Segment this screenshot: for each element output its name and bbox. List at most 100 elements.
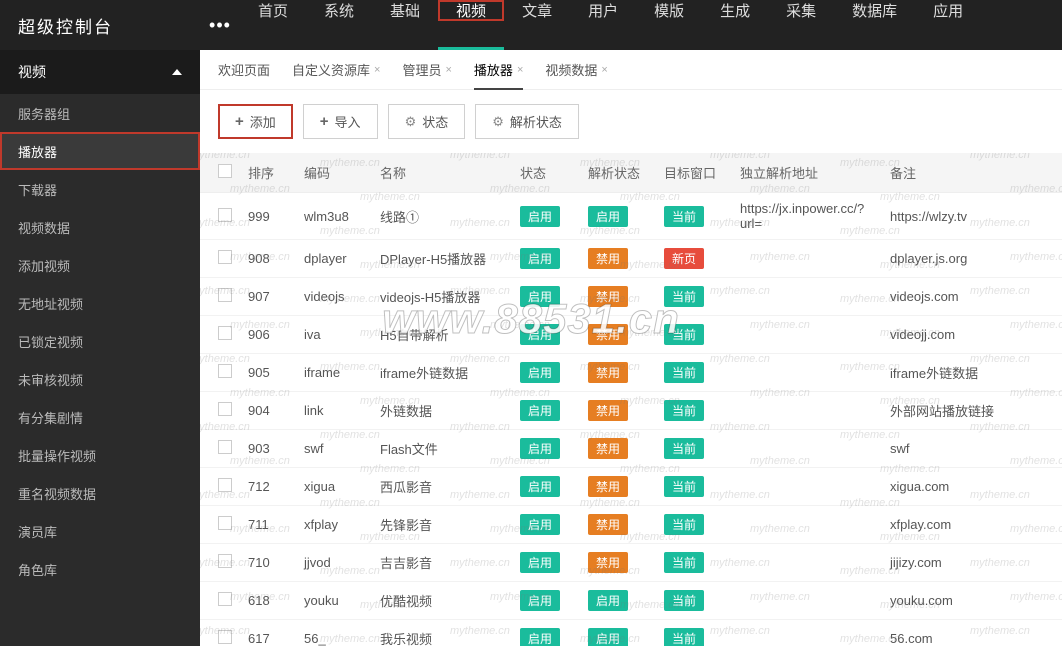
topnav-item[interactable]: 生成 bbox=[702, 0, 768, 21]
state-badge[interactable]: 启用 bbox=[520, 590, 560, 611]
content-tab[interactable]: 欢迎页面 bbox=[218, 50, 270, 89]
sidebar-item[interactable]: 重名视频数据 bbox=[0, 474, 200, 512]
row-checkbox[interactable] bbox=[218, 630, 232, 644]
row-checkbox[interactable] bbox=[218, 402, 232, 416]
table-row[interactable]: 907videojsvideojs-H5播放器启用禁用当前videojs.com bbox=[200, 278, 1062, 316]
sidebar-item[interactable]: 无地址视频 bbox=[0, 284, 200, 322]
sidebar-item[interactable]: 播放器 bbox=[0, 132, 200, 170]
row-checkbox[interactable] bbox=[218, 364, 232, 378]
target-badge[interactable]: 当前 bbox=[664, 324, 704, 345]
parse-badge[interactable]: 禁用 bbox=[588, 286, 628, 307]
topnav-item[interactable]: 数据库 bbox=[834, 0, 915, 21]
sidebar-item[interactable]: 服务器组 bbox=[0, 94, 200, 132]
target-badge[interactable]: 当前 bbox=[664, 206, 704, 227]
content-tab[interactable]: 管理员× bbox=[402, 50, 451, 89]
import-button[interactable]: 导入 bbox=[303, 104, 378, 139]
col-sort[interactable]: 排序 bbox=[240, 153, 296, 193]
close-icon[interactable]: × bbox=[374, 64, 380, 76]
target-badge[interactable]: 当前 bbox=[664, 438, 704, 459]
content-tab[interactable]: 播放器× bbox=[474, 50, 523, 89]
row-checkbox[interactable] bbox=[218, 516, 232, 530]
parse-badge[interactable]: 启用 bbox=[588, 206, 628, 227]
topnav-item[interactable]: 文章 bbox=[504, 0, 570, 21]
sidebar-head[interactable]: 视频 bbox=[0, 50, 200, 94]
row-checkbox[interactable] bbox=[218, 554, 232, 568]
row-checkbox[interactable] bbox=[218, 478, 232, 492]
col-url[interactable]: 独立解析地址 bbox=[732, 153, 882, 193]
target-badge[interactable]: 当前 bbox=[664, 400, 704, 421]
topnav-item[interactable]: 视频 bbox=[438, 0, 504, 21]
state-badge[interactable]: 启用 bbox=[520, 514, 560, 535]
sidebar-item[interactable]: 已锁定视频 bbox=[0, 322, 200, 360]
close-icon[interactable]: × bbox=[517, 64, 523, 76]
parse-badge[interactable]: 禁用 bbox=[588, 438, 628, 459]
row-checkbox[interactable] bbox=[218, 440, 232, 454]
table-row[interactable]: 712xigua西瓜影音启用禁用当前xigua.com bbox=[200, 468, 1062, 506]
state-badge[interactable]: 启用 bbox=[520, 206, 560, 227]
table-row[interactable]: 906ivaH5自带解析启用禁用当前videojj.com bbox=[200, 316, 1062, 354]
state-badge[interactable]: 启用 bbox=[520, 248, 560, 269]
content-tab[interactable]: 自定义资源库× bbox=[292, 50, 380, 89]
state-badge[interactable]: 启用 bbox=[520, 324, 560, 345]
topnav-item[interactable]: 基础 bbox=[372, 0, 438, 21]
parse-badge[interactable]: 禁用 bbox=[588, 324, 628, 345]
topnav-item[interactable]: 应用 bbox=[915, 0, 981, 21]
col-code[interactable]: 编码 bbox=[296, 153, 372, 193]
state-badge[interactable]: 启用 bbox=[520, 400, 560, 421]
topnav-item[interactable]: 首页 bbox=[240, 0, 306, 21]
add-button[interactable]: 添加 bbox=[218, 104, 293, 139]
col-state[interactable]: 状态 bbox=[512, 153, 580, 193]
sidebar-item[interactable]: 角色库 bbox=[0, 550, 200, 588]
target-badge[interactable]: 当前 bbox=[664, 628, 704, 646]
topnav-item[interactable]: 采集 bbox=[768, 0, 834, 21]
parse-badge[interactable]: 禁用 bbox=[588, 248, 628, 269]
topnav-item[interactable]: 用户 bbox=[570, 0, 636, 21]
target-badge[interactable]: 当前 bbox=[664, 286, 704, 307]
state-badge[interactable]: 启用 bbox=[520, 286, 560, 307]
table-row[interactable]: 710jjvod吉吉影音启用禁用当前jijizy.com bbox=[200, 544, 1062, 582]
parse-badge[interactable]: 禁用 bbox=[588, 552, 628, 573]
state-badge[interactable]: 启用 bbox=[520, 476, 560, 497]
close-icon[interactable]: × bbox=[445, 64, 451, 76]
table-row[interactable]: 908dplayerDPlayer-H5播放器启用禁用新页dplayer.js.… bbox=[200, 240, 1062, 278]
topnav-item[interactable]: 系统 bbox=[306, 0, 372, 21]
target-badge[interactable]: 当前 bbox=[664, 362, 704, 383]
table-row[interactable]: 905iframeiframe外链数据启用禁用当前iframe外链数据 bbox=[200, 354, 1062, 392]
col-name[interactable]: 名称 bbox=[372, 153, 512, 193]
row-checkbox[interactable] bbox=[218, 250, 232, 264]
table-row[interactable]: 61756_我乐视频启用启用当前56.com bbox=[200, 620, 1062, 646]
more-dots-icon[interactable]: ••• bbox=[200, 15, 240, 36]
parse-badge[interactable]: 禁用 bbox=[588, 476, 628, 497]
table-row[interactable]: 999wlm3u8线路①启用启用当前https://jx.inpower.cc/… bbox=[200, 193, 1062, 240]
col-parse[interactable]: 解析状态 bbox=[580, 153, 656, 193]
parse-state-button[interactable]: 解析状态 bbox=[475, 104, 579, 139]
sidebar-item[interactable]: 视频数据 bbox=[0, 208, 200, 246]
row-checkbox[interactable] bbox=[218, 288, 232, 302]
sidebar-item[interactable]: 添加视频 bbox=[0, 246, 200, 284]
sidebar-item[interactable]: 下载器 bbox=[0, 170, 200, 208]
parse-badge[interactable]: 启用 bbox=[588, 628, 628, 646]
target-badge[interactable]: 当前 bbox=[664, 590, 704, 611]
target-badge[interactable]: 当前 bbox=[664, 552, 704, 573]
sidebar-item[interactable]: 未审核视频 bbox=[0, 360, 200, 398]
col-note[interactable]: 备注 bbox=[882, 153, 1062, 193]
close-icon[interactable]: × bbox=[601, 64, 607, 76]
col-target[interactable]: 目标窗口 bbox=[656, 153, 732, 193]
parse-badge[interactable]: 禁用 bbox=[588, 362, 628, 383]
parse-badge[interactable]: 禁用 bbox=[588, 400, 628, 421]
table-row[interactable]: 904link外链数据启用禁用当前外部网站播放链接 bbox=[200, 392, 1062, 430]
table-row[interactable]: 618youku优酷视频启用启用当前youku.com bbox=[200, 582, 1062, 620]
content-tab[interactable]: 视频数据× bbox=[545, 50, 607, 89]
row-checkbox[interactable] bbox=[218, 208, 232, 222]
state-badge[interactable]: 启用 bbox=[520, 552, 560, 573]
parse-badge[interactable]: 禁用 bbox=[588, 514, 628, 535]
checkbox-all[interactable] bbox=[218, 164, 232, 178]
target-badge[interactable]: 当前 bbox=[664, 514, 704, 535]
row-checkbox[interactable] bbox=[218, 326, 232, 340]
state-badge[interactable]: 启用 bbox=[520, 628, 560, 646]
table-row[interactable]: 903swfFlash文件启用禁用当前swf bbox=[200, 430, 1062, 468]
state-button[interactable]: 状态 bbox=[388, 104, 466, 139]
parse-badge[interactable]: 启用 bbox=[588, 590, 628, 611]
sidebar-item[interactable]: 批量操作视频 bbox=[0, 436, 200, 474]
target-badge[interactable]: 当前 bbox=[664, 476, 704, 497]
